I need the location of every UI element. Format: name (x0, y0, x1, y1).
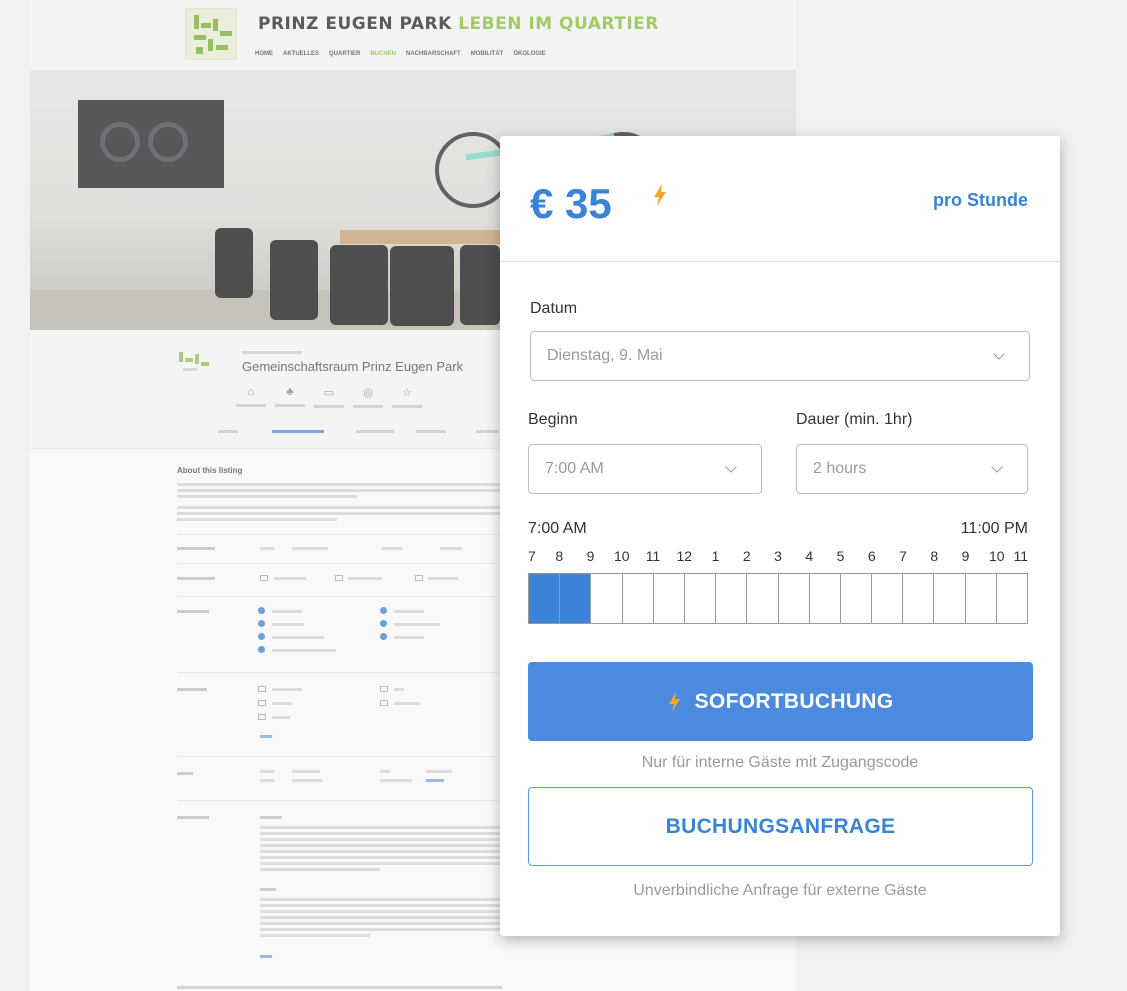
timeslot[interactable] (934, 574, 966, 623)
booking-request-label: BUCHUNGSANFRAGE (665, 814, 896, 838)
timeslot[interactable] (529, 574, 561, 623)
price-unit: pro Stunde (933, 190, 1028, 210)
hour-label: 8 (930, 548, 939, 564)
timeslot[interactable] (903, 574, 935, 623)
nav-item[interactable]: BUCHEN (370, 51, 396, 57)
lightning-icon (654, 184, 666, 206)
timeslot-bar[interactable] (528, 573, 1028, 624)
timeslot[interactable] (997, 574, 1027, 623)
date-select[interactable]: Dienstag, 9. Mai (530, 331, 1030, 381)
hour-label: 3 (774, 548, 782, 564)
hour-label: 10 (613, 548, 630, 564)
start-time-select[interactable]: 7:00 AM (528, 444, 762, 494)
hour-label: 9 (961, 548, 970, 564)
hour-label: 5 (836, 548, 845, 564)
duration-value: 2 hours (813, 460, 867, 477)
site-nav: HOME AKTUELLES QUARTIER BUCHEN NACHBARSCHAFT… (255, 51, 546, 57)
range-start: 7:00 AM (528, 520, 587, 537)
start-time-value: 7:00 AM (545, 460, 604, 477)
listing-title: Gemeinschaftsraum Prinz Eugen Park (242, 359, 464, 374)
date-value: Dienstag, 9. Mai (547, 347, 663, 364)
hour-labels: 7 8 9 10 11 12 1 2 3 4 5 6 7 8 9 10 11 (528, 548, 1028, 566)
nav-item[interactable]: QUARTIER (329, 51, 360, 57)
listing-tabs[interactable] (180, 430, 500, 440)
instant-booking-button[interactable]: SOFORTBUCHUNG (528, 662, 1033, 741)
instant-booking-note: Nur für interne Gäste mit Zugangscode (641, 754, 919, 771)
range-end: 11:00 PM (960, 520, 1028, 537)
hour-label: 11 (645, 548, 661, 564)
listing-logo (175, 348, 215, 388)
nav-item[interactable]: HOME (255, 51, 273, 57)
timeslot[interactable] (966, 574, 997, 623)
timeslot[interactable] (810, 574, 841, 623)
nav-item[interactable]: MOBILITÄT (471, 51, 504, 57)
site-logo[interactable] (185, 8, 237, 60)
listing-amenity-icons: ⌂ ♣ ▭ ◎ ☆ (236, 386, 422, 408)
timeslot[interactable] (716, 574, 748, 623)
duration-label: Dauer (min. 1hr) (796, 411, 913, 428)
booking-card: € 35 pro Stunde Datum Dienstag, 9. Mai B… (500, 136, 1060, 936)
hour-label: 11 (1013, 548, 1028, 564)
nav-item[interactable]: AKTUELLES (283, 51, 319, 57)
hour-label: 8 (555, 548, 564, 564)
start-label: Beginn (528, 411, 578, 428)
price: € 35 (530, 180, 612, 227)
timeslot[interactable] (779, 574, 810, 623)
duration-select[interactable]: 2 hours (796, 444, 1028, 494)
nav-item[interactable]: ÖKOLOGIE (513, 51, 545, 57)
hour-label: 2 (742, 548, 751, 564)
timeslot[interactable] (841, 574, 873, 623)
hour-label: 7 (899, 548, 907, 564)
nav-item[interactable]: NACHBARSCHAFT (406, 51, 461, 57)
chevron-down-icon (991, 461, 1003, 473)
date-label: Datum (530, 300, 578, 317)
site-header: PRINZ EUGEN PARK LEBEN IM QUARTIER HOME A… (30, 0, 796, 70)
hour-label: 10 (988, 548, 1005, 564)
timeslot[interactable] (654, 574, 685, 623)
hour-label: 9 (586, 548, 595, 564)
timeslot[interactable] (872, 574, 904, 623)
timeslot[interactable] (747, 574, 779, 623)
chevron-down-icon (993, 348, 1005, 360)
timeslot[interactable] (685, 574, 717, 623)
booking-request-note: Unverbindliche Anfrage für externe Gäste (633, 882, 927, 899)
timeslot[interactable] (560, 574, 592, 623)
lightning-icon (668, 691, 680, 712)
hour-label: 4 (805, 548, 814, 564)
chevron-down-icon (725, 461, 737, 473)
hour-label: 12 (676, 548, 693, 564)
hour-label: 6 (867, 548, 876, 564)
site-title: PRINZ EUGEN PARK LEBEN IM QUARTIER (258, 14, 659, 34)
instant-booking-label: SOFORTBUCHUNG (694, 689, 894, 713)
booking-request-button[interactable]: BUCHUNGSANFRAGE (528, 787, 1033, 866)
hour-label: 1 (711, 548, 720, 564)
about-heading: About this listing (177, 466, 243, 475)
booking-card-header: € 35 pro Stunde (500, 136, 1060, 262)
hour-label: 7 (528, 548, 536, 564)
timeslot[interactable] (623, 574, 654, 623)
timeslot[interactable] (591, 574, 623, 623)
